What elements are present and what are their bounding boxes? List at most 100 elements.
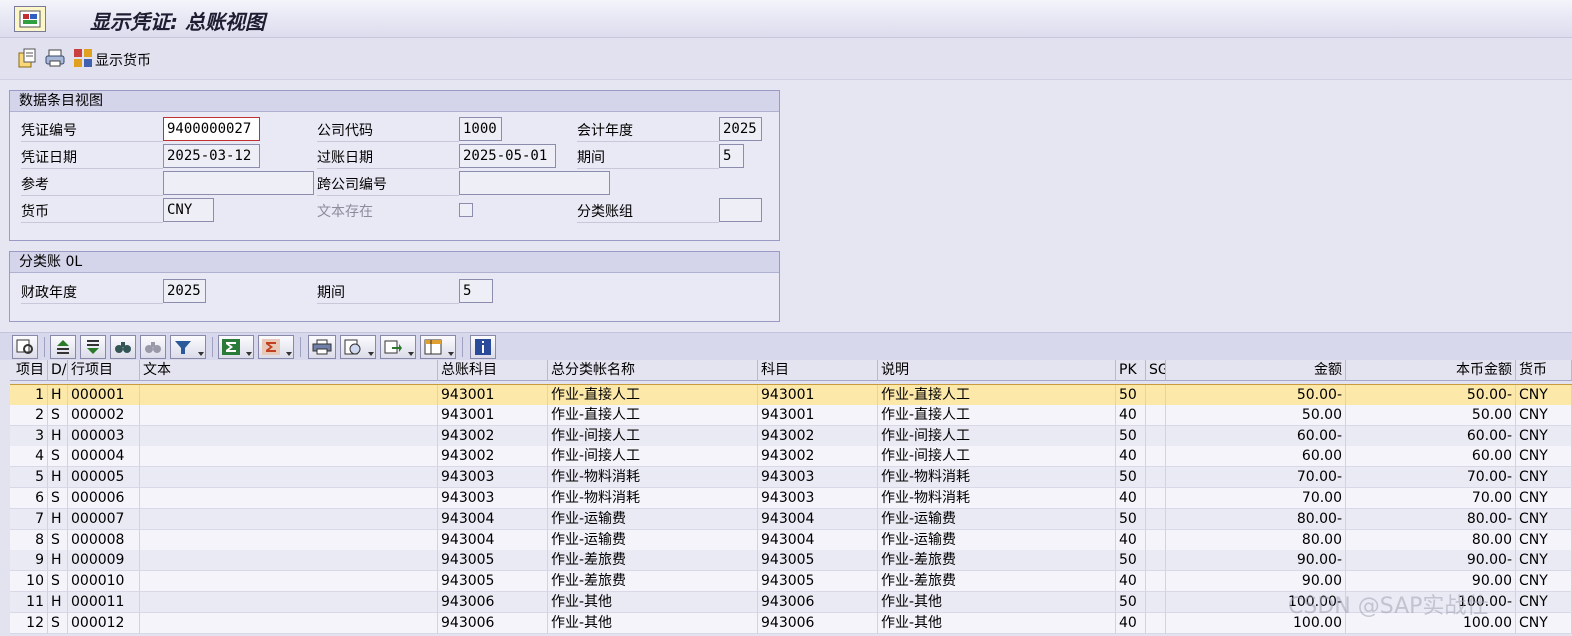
header-col-pk[interactable]: PK	[1116, 360, 1146, 381]
display-currency-icon[interactable]	[72, 47, 94, 69]
header-col-local-amount[interactable]: 本币金额	[1346, 360, 1516, 381]
table-row[interactable]: 6 S 000006 943003 作业-物料消耗 943003 作业-物料消耗 40 70.0…	[10, 488, 1572, 509]
fiscal-year-field[interactable]: 2025	[719, 117, 762, 141]
print-icon[interactable]	[44, 47, 66, 69]
cell-col-sg	[1146, 529, 1166, 551]
ledger-group-field[interactable]	[719, 198, 762, 222]
separator	[44, 337, 45, 357]
period-field[interactable]: 5	[719, 144, 744, 168]
details-button[interactable]	[12, 335, 38, 359]
table-row[interactable]: 5 H 000005 943003 作业-物料消耗 943003 作业-物料消耗 50 70.0…	[10, 467, 1572, 489]
cell-col-description: 作业-间接人工	[878, 425, 1116, 447]
find-next-button[interactable]	[140, 335, 166, 359]
table-row[interactable]: 4 S 000004 943002 作业-间接人工 943002 作业-间接人工 40 60.0…	[10, 446, 1572, 468]
header-col-item[interactable]: 项目	[10, 360, 48, 381]
separator	[462, 337, 463, 357]
cell-col-item: 8	[10, 529, 48, 551]
cell-col-currency: CNY	[1516, 446, 1572, 468]
table-row[interactable]: 1 H 000001 943001 作业-直接人工 943001 作业-直接人工 50 50.0…	[10, 384, 1572, 406]
cell-col-item: 11	[10, 592, 48, 613]
header-col-currency[interactable]: 货币	[1516, 360, 1572, 381]
display-currency-button[interactable]: 显示货币	[95, 50, 151, 70]
find-button[interactable]	[110, 335, 136, 359]
cell-col-pk: 40	[1116, 488, 1146, 509]
cell-col-account: 943002	[758, 425, 878, 447]
sort-descending-button[interactable]	[80, 335, 106, 359]
cell-col-dc: H	[48, 592, 68, 613]
posting-date-field[interactable]: 2025-05-01	[459, 144, 556, 168]
header-col-sg[interactable]: SG	[1146, 360, 1166, 381]
export-icon	[384, 340, 402, 354]
filter-button[interactable]	[170, 335, 206, 359]
reference-field[interactable]	[163, 171, 314, 195]
header-col-line-item[interactable]: 行项目	[68, 360, 140, 381]
subtotal-button[interactable]	[258, 335, 294, 359]
cell-col-gl-name: 作业-其他	[548, 612, 758, 634]
cell-col-currency: CNY	[1516, 425, 1572, 447]
cell-col-dc: S	[48, 404, 68, 426]
details-icon	[16, 339, 33, 354]
header-col-gl-account[interactable]: 总账科目	[438, 360, 548, 381]
company-code-field[interactable]: 1000	[459, 117, 502, 141]
views-button[interactable]	[340, 335, 376, 359]
system-menu-button[interactable]	[14, 6, 46, 32]
sort-ascending-button[interactable]	[50, 335, 76, 359]
cell-col-account: 943004	[758, 529, 878, 551]
table-row[interactable]: 2 S 000002 943001 作业-直接人工 943001 作业-直接人工 40 50.0…	[10, 404, 1572, 426]
text-exists-checkbox[interactable]	[459, 203, 473, 217]
header-col-gl-name[interactable]: 总分类帐名称	[548, 360, 758, 381]
table-row[interactable]: 3 H 000003 943002 作业-间接人工 943002 作业-间接人工 50 60.0…	[10, 425, 1572, 447]
cell-col-pk: 40	[1116, 404, 1146, 426]
header-col-account[interactable]: 科目	[758, 360, 878, 381]
header-col-amount[interactable]: 金额	[1166, 360, 1346, 381]
cell-col-local-amount: 90.00-	[1346, 550, 1516, 572]
doc-number-field[interactable]: 9400000027	[163, 117, 260, 141]
table-row[interactable]: 9 H 000009 943005 作业-差旅费 943005 作业-差旅费 50 90.00-…	[10, 550, 1572, 572]
cell-col-gl-name: 作业-间接人工	[548, 425, 758, 447]
cell-col-item: 3	[10, 425, 48, 447]
cross-company-field[interactable]	[459, 171, 610, 195]
reference-label: 参考	[21, 177, 49, 193]
system-menu-icon	[19, 10, 41, 28]
layout-button[interactable]	[420, 335, 456, 359]
cell-col-gl-account: 943004	[438, 508, 548, 530]
header-col-text[interactable]: 文本	[140, 360, 438, 381]
cell-col-description: 作业-其他	[878, 592, 1116, 613]
total-button[interactable]	[218, 335, 254, 359]
title-bar: 显示凭证: 总账视图	[0, 0, 1572, 38]
cell-col-pk: 50	[1116, 467, 1146, 489]
label-underline	[317, 168, 459, 169]
cell-col-line-item: 000003	[68, 425, 140, 447]
cell-col-local-amount: 70.00	[1346, 488, 1516, 509]
cell-col-local-amount: 80.00-	[1346, 508, 1516, 530]
header-col-dc[interactable]: D/	[48, 360, 68, 381]
cell-col-pk: 40	[1116, 612, 1146, 634]
table-row[interactable]: 8 S 000008 943004 作业-运输费 943004 作业-运输费 40 80.00 8…	[10, 529, 1572, 551]
cell-col-sg	[1146, 404, 1166, 426]
grid-header-row: 项目D/行项目文本总账科目总分类帐名称科目说明PKSG金额本币金额货币	[10, 360, 1572, 381]
cell-col-line-item: 000005	[68, 467, 140, 489]
cell-col-pk: 50	[1116, 550, 1146, 572]
cell-col-amount: 70.00	[1166, 488, 1346, 509]
ledger-fiscal-year-field[interactable]: 2025	[163, 279, 206, 303]
ledger-period-field[interactable]: 5	[459, 279, 493, 303]
print-preview-button[interactable]	[308, 335, 336, 359]
label-underline	[21, 303, 163, 304]
doc-date-field[interactable]: 2025-03-12	[163, 144, 260, 168]
cell-col-pk: 50	[1116, 592, 1146, 613]
display-change-icon[interactable]	[16, 47, 38, 69]
header-col-description[interactable]: 说明	[878, 360, 1116, 381]
export-button[interactable]	[380, 335, 416, 359]
cell-col-text	[140, 529, 438, 551]
currency-field[interactable]: CNY	[163, 198, 214, 222]
cell-col-currency: CNY	[1516, 488, 1572, 509]
cell-col-dc: H	[48, 425, 68, 447]
table-row[interactable]: 7 H 000007 943004 作业-运输费 943004 作业-运输费 50 80.00-…	[10, 508, 1572, 530]
posting-date-label: 过账日期	[317, 150, 373, 166]
information-button[interactable]	[470, 335, 496, 359]
doc-number-label: 凭证编号	[21, 123, 77, 139]
application-toolbar: 显示货币	[0, 38, 1572, 80]
cell-col-item: 6	[10, 488, 48, 509]
cell-col-gl-name: 作业-直接人工	[548, 404, 758, 426]
cell-col-currency: CNY	[1516, 385, 1572, 406]
